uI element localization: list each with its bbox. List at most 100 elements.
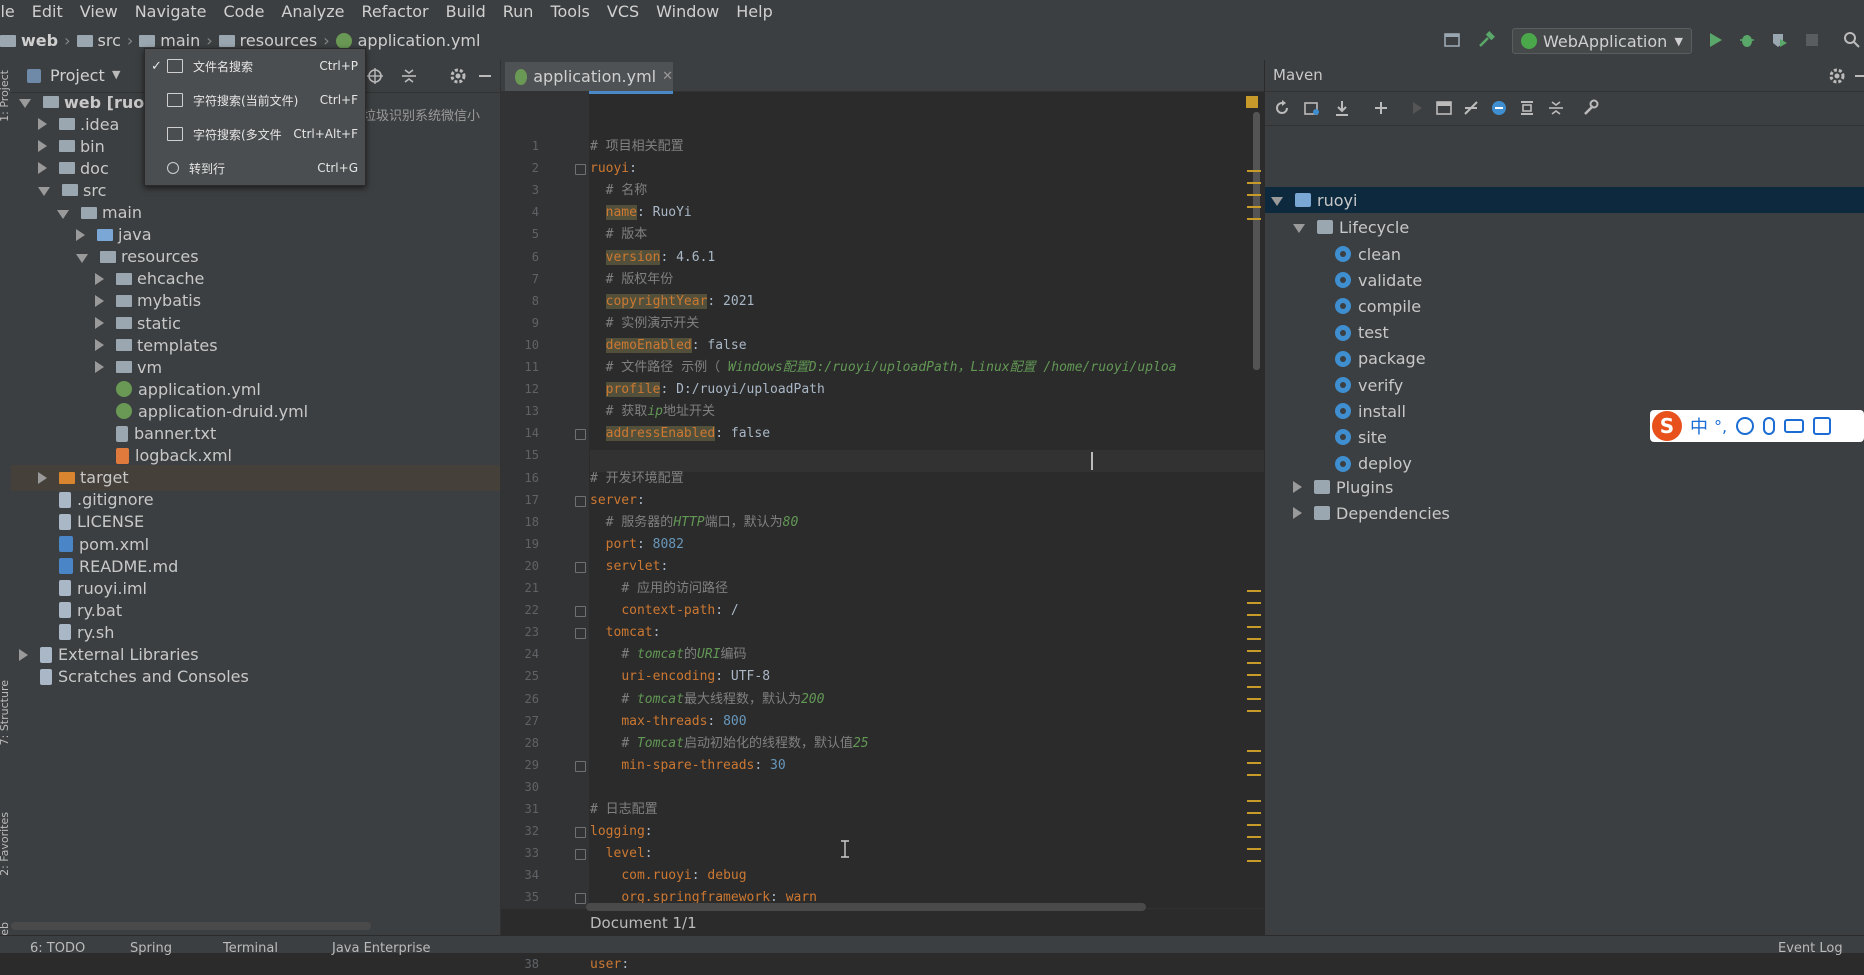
fold-marker-icon[interactable]: [575, 827, 586, 839]
fold-marker-icon[interactable]: [575, 628, 586, 640]
code-line[interactable]: servlet:: [590, 557, 669, 577]
fold-marker-icon[interactable]: [575, 606, 586, 618]
code-line[interactable]: # 服务器的HTTP端口，默认为80: [590, 513, 799, 533]
tree-item[interactable]: Scratches and Consoles: [11, 664, 500, 690]
gear-icon[interactable]: [1828, 67, 1846, 85]
code-line[interactable]: addressEnabled: false: [590, 424, 770, 444]
minimize-icon[interactable]: [476, 67, 494, 85]
menu-item-goto-line[interactable]: 转到行 Ctrl+G: [145, 151, 365, 185]
fold-marker-icon[interactable]: [575, 429, 586, 441]
code-line[interactable]: # 名称: [590, 181, 648, 201]
collapse-all-icon[interactable]: [400, 67, 418, 85]
scrollbar-marker[interactable]: [1247, 800, 1261, 802]
code-line[interactable]: # 应用的访问路径: [590, 579, 728, 599]
chevron-down-icon[interactable]: [19, 99, 31, 108]
code-line[interactable]: # 实例演示开关: [590, 314, 700, 334]
keyboard-icon[interactable]: [1784, 419, 1805, 433]
chevron-right-icon[interactable]: [38, 162, 47, 175]
fold-marker-icon[interactable]: [575, 164, 586, 176]
tab-todo[interactable]: 6: TODO: [30, 941, 85, 956]
maven-goal-verify[interactable]: verify: [1335, 372, 1403, 398]
chevron-right-icon[interactable]: [38, 118, 47, 131]
code-line[interactable]: # 获取ip地址开关: [590, 402, 715, 422]
menu-item-search-multi-file[interactable]: 字符搜索(多文件 Ctrl+Alt+F: [145, 117, 365, 151]
code-line[interactable]: copyrightYear: 2021: [590, 292, 754, 312]
favorites-tool-tab[interactable]: 2: Favorites: [0, 812, 11, 876]
maven-goal-install[interactable]: install: [1335, 398, 1406, 424]
menu-run[interactable]: Run: [503, 2, 534, 21]
fold-marker-icon[interactable]: [575, 849, 586, 861]
scrollbar-marker[interactable]: [1247, 662, 1261, 664]
code-line[interactable]: # 项目相关配置: [590, 137, 684, 157]
scrollbar-marker[interactable]: [1247, 602, 1261, 604]
scrollbar-marker[interactable]: [1247, 170, 1261, 172]
locate-icon[interactable]: [366, 67, 384, 85]
scrollbar-marker[interactable]: [1247, 590, 1261, 592]
code-line[interactable]: port: 8082: [590, 535, 684, 555]
horizontal-scrollbar[interactable]: [11, 922, 371, 930]
wrench-icon[interactable]: [1581, 99, 1599, 117]
run-with-coverage-icon[interactable]: [1770, 31, 1788, 49]
chevron-right-icon[interactable]: [38, 140, 47, 153]
scrollbar-marker[interactable]: [1247, 848, 1261, 850]
ime-language-toggle[interactable]: 中: [1690, 413, 1708, 439]
code-line[interactable]: # 版本: [590, 225, 648, 245]
maven-goal-validate[interactable]: validate: [1335, 267, 1422, 293]
warning-indicator[interactable]: [1246, 96, 1258, 108]
build-hammer-icon[interactable]: [1477, 31, 1495, 49]
scrollbar-marker[interactable]: [1247, 218, 1261, 220]
toggle-offline-icon[interactable]: [1462, 99, 1480, 117]
fold-marker-icon[interactable]: [575, 760, 586, 772]
maven-goal-site[interactable]: site: [1335, 424, 1387, 450]
gear-icon[interactable]: [449, 67, 467, 85]
scrollbar-marker[interactable]: [1247, 860, 1261, 862]
scrollbar-marker[interactable]: [1247, 626, 1261, 628]
show-dependencies-icon[interactable]: [1518, 99, 1536, 117]
chevron-right-icon[interactable]: [38, 471, 47, 484]
code-line[interactable]: version: 4.6.1: [590, 248, 715, 268]
chevron-right-icon[interactable]: [95, 361, 104, 374]
close-icon[interactable]: ✕: [662, 69, 673, 84]
chevron-right-icon[interactable]: [95, 339, 104, 352]
emoji-icon[interactable]: [1736, 417, 1755, 435]
code-line[interactable]: # 开发环境配置: [590, 469, 684, 489]
chevron-right-icon[interactable]: [76, 228, 85, 241]
maven-goal-test[interactable]: test: [1335, 320, 1389, 346]
tab-spring[interactable]: Spring: [130, 941, 172, 956]
reload-icon[interactable]: [1273, 99, 1291, 117]
code-line[interactable]: uri-encoding: UTF-8: [590, 667, 770, 687]
chevron-right-icon[interactable]: [1293, 481, 1302, 493]
code-line[interactable]: context-path: /: [590, 601, 738, 621]
scrollbar-marker[interactable]: [1247, 182, 1261, 184]
sogou-logo-icon[interactable]: S: [1652, 411, 1682, 441]
chevron-right-icon[interactable]: [95, 272, 104, 285]
add-icon[interactable]: [1372, 99, 1390, 117]
scrollbar-marker[interactable]: [1247, 812, 1261, 814]
scrollbar-marker[interactable]: [1247, 750, 1261, 752]
debug-icon[interactable]: [1738, 31, 1756, 49]
code-line[interactable]: # tomcat的URI编码: [590, 645, 746, 665]
minimize-icon[interactable]: [1853, 67, 1864, 85]
scrollbar-marker[interactable]: [1247, 206, 1261, 208]
search-icon[interactable]: [1843, 31, 1861, 49]
code-line[interactable]: ruoyi:: [590, 159, 637, 179]
breadcrumb-item[interactable]: src: [98, 31, 121, 50]
fold-marker-icon[interactable]: [575, 893, 586, 905]
code-line[interactable]: name: RuoYi: [590, 203, 692, 223]
code-line[interactable]: # Tomcat启动初始化的线程数，默认值25: [590, 734, 868, 754]
stop-icon[interactable]: [1803, 31, 1821, 49]
code-line[interactable]: demoEnabled: false: [590, 336, 747, 356]
chevron-right-icon[interactable]: [19, 648, 28, 661]
fold-marker-icon[interactable]: [575, 561, 586, 573]
maven-goal-clean[interactable]: clean: [1335, 241, 1401, 267]
scrollbar-marker[interactable]: [1247, 824, 1261, 826]
code-line[interactable]: max-threads: 800: [590, 712, 746, 732]
scrollbar-marker[interactable]: [1247, 774, 1261, 776]
maven-dependencies-node[interactable]: Dependencies: [1293, 500, 1450, 526]
tab-event-log[interactable]: Event Log: [1778, 941, 1843, 956]
ime-punctuation-toggle[interactable]: °,: [1714, 417, 1727, 436]
menu-navigate[interactable]: Navigate: [135, 2, 207, 21]
code-line[interactable]: server:: [590, 491, 645, 511]
horizontal-scrollbar[interactable]: [586, 903, 1146, 911]
scrollbar-marker[interactable]: [1247, 650, 1261, 652]
